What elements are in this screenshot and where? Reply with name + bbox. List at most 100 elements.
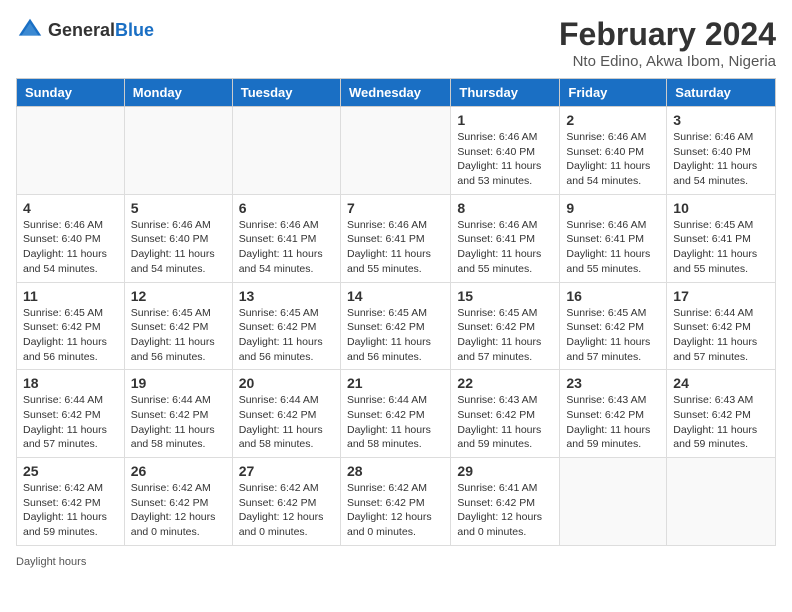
day-info: Sunrise: 6:45 AM Sunset: 6:41 PM Dayligh…	[673, 218, 769, 277]
day-info: Sunrise: 6:45 AM Sunset: 6:42 PM Dayligh…	[347, 306, 444, 365]
calendar-day-cell	[560, 458, 667, 546]
day-info: Sunrise: 6:45 AM Sunset: 6:42 PM Dayligh…	[239, 306, 334, 365]
day-info: Sunrise: 6:46 AM Sunset: 6:40 PM Dayligh…	[23, 218, 118, 277]
day-info: Sunrise: 6:46 AM Sunset: 6:41 PM Dayligh…	[457, 218, 553, 277]
day-number: 17	[673, 288, 769, 304]
day-number: 24	[673, 375, 769, 391]
day-of-week-header: Tuesday	[232, 79, 340, 107]
calendar-day-cell: 19 Sunrise: 6:44 AM Sunset: 6:42 PM Dayli…	[124, 370, 232, 458]
calendar-day-cell: 6Sunrise: 6:46 AM Sunset: 6:41 PM Daylig…	[232, 194, 340, 282]
day-number: 25	[23, 463, 118, 479]
calendar-day-cell: 4 Sunrise: 6:46 AM Sunset: 6:40 PM Daylig…	[17, 194, 125, 282]
day-info: Sunrise: 6:46 AM Sunset: 6:41 PM Dayligh…	[566, 218, 660, 277]
day-number: 5	[131, 200, 226, 216]
day-number: 21	[347, 375, 444, 391]
day-number: 14	[347, 288, 444, 304]
daylight-legend: Daylight hours	[16, 556, 86, 568]
calendar-day-cell: 23Sunrise: 6:43 AM Sunset: 6:42 PM Dayli…	[560, 370, 667, 458]
subtitle: Nto Edino, Akwa Ibom, Nigeria	[559, 53, 776, 70]
day-number: 7	[347, 200, 444, 216]
day-number: 9	[566, 200, 660, 216]
logo-icon	[16, 16, 44, 44]
calendar-day-cell: 29 Sunrise: 6:41 AM Sunset: 6:42 PM Dayli…	[451, 458, 560, 546]
day-info: Sunrise: 6:42 AM Sunset: 6:42 PM Dayligh…	[131, 481, 226, 540]
calendar-day-cell	[340, 107, 450, 195]
day-info: Sunrise: 6:43 AM Sunset: 6:42 PM Dayligh…	[457, 393, 553, 452]
calendar-day-cell	[667, 458, 776, 546]
day-info: Sunrise: 6:45 AM Sunset: 6:42 PM Dayligh…	[566, 306, 660, 365]
calendar-day-cell: 17 Sunrise: 6:44 AM Sunset: 6:42 PM Dayli…	[667, 282, 776, 370]
calendar-day-cell: 18 Sunrise: 6:44 AM Sunset: 6:42 PM Dayli…	[17, 370, 125, 458]
day-info: Sunrise: 6:44 AM Sunset: 6:42 PM Dayligh…	[347, 393, 444, 452]
day-of-week-header: Monday	[124, 79, 232, 107]
calendar-day-cell: 5 Sunrise: 6:46 AM Sunset: 6:40 PM Daylig…	[124, 194, 232, 282]
calendar-day-cell: 15Sunrise: 6:45 AM Sunset: 6:42 PM Dayli…	[451, 282, 560, 370]
calendar-day-cell: 21 Sunrise: 6:44 AM Sunset: 6:42 PM Dayli…	[340, 370, 450, 458]
day-info: Sunrise: 6:46 AM Sunset: 6:40 PM Dayligh…	[566, 130, 660, 189]
day-info: Sunrise: 6:44 AM Sunset: 6:42 PM Dayligh…	[131, 393, 226, 452]
calendar-footer: Daylight hours	[16, 556, 776, 568]
day-number: 28	[347, 463, 444, 479]
day-info: Sunrise: 6:44 AM Sunset: 6:42 PM Dayligh…	[673, 306, 769, 365]
calendar-day-cell	[124, 107, 232, 195]
day-of-week-header: Saturday	[667, 79, 776, 107]
day-info: Sunrise: 6:43 AM Sunset: 6:42 PM Dayligh…	[566, 393, 660, 452]
day-number: 8	[457, 200, 553, 216]
day-number: 13	[239, 288, 334, 304]
day-info: Sunrise: 6:43 AM Sunset: 6:42 PM Dayligh…	[673, 393, 769, 452]
calendar-day-cell: 16 Sunrise: 6:45 AM Sunset: 6:42 PM Dayli…	[560, 282, 667, 370]
logo-general: General	[48, 20, 115, 40]
day-number: 20	[239, 375, 334, 391]
calendar-day-cell: 28Sunrise: 6:42 AM Sunset: 6:42 PM Dayli…	[340, 458, 450, 546]
day-info: Sunrise: 6:44 AM Sunset: 6:42 PM Dayligh…	[239, 393, 334, 452]
day-info: Sunrise: 6:45 AM Sunset: 6:42 PM Dayligh…	[457, 306, 553, 365]
day-info: Sunrise: 6:45 AM Sunset: 6:42 PM Dayligh…	[23, 306, 118, 365]
day-info: Sunrise: 6:46 AM Sunset: 6:40 PM Dayligh…	[131, 218, 226, 277]
calendar-day-cell	[17, 107, 125, 195]
calendar-week-row: 1Sunrise: 6:46 AM Sunset: 6:40 PM Daylig…	[17, 107, 776, 195]
calendar-day-cell: 27 Sunrise: 6:42 AM Sunset: 6:42 PM Dayli…	[232, 458, 340, 546]
day-info: Sunrise: 6:41 AM Sunset: 6:42 PM Dayligh…	[457, 481, 553, 540]
calendar-week-row: 11Sunrise: 6:45 AM Sunset: 6:42 PM Dayli…	[17, 282, 776, 370]
daylight-label: Daylight hours	[16, 556, 86, 568]
title-block: February 2024 Nto Edino, Akwa Ibom, Nige…	[559, 16, 776, 70]
day-of-week-header: Sunday	[17, 79, 125, 107]
calendar-day-cell: 25 Sunrise: 6:42 AM Sunset: 6:42 PM Dayli…	[17, 458, 125, 546]
logo-text: GeneralBlue	[48, 20, 154, 41]
calendar-day-cell: 22Sunrise: 6:43 AM Sunset: 6:42 PM Dayli…	[451, 370, 560, 458]
day-number: 16	[566, 288, 660, 304]
day-number: 10	[673, 200, 769, 216]
day-number: 12	[131, 288, 226, 304]
day-info: Sunrise: 6:42 AM Sunset: 6:42 PM Dayligh…	[239, 481, 334, 540]
calendar-day-cell: 10 Sunrise: 6:45 AM Sunset: 6:41 PM Dayli…	[667, 194, 776, 282]
day-info: Sunrise: 6:46 AM Sunset: 6:40 PM Dayligh…	[457, 130, 553, 189]
day-number: 18	[23, 375, 118, 391]
calendar-day-cell	[232, 107, 340, 195]
day-number: 26	[131, 463, 226, 479]
calendar-day-cell: 7 Sunrise: 6:46 AM Sunset: 6:41 PM Daylig…	[340, 194, 450, 282]
calendar-day-cell: 13 Sunrise: 6:45 AM Sunset: 6:42 PM Dayli…	[232, 282, 340, 370]
day-number: 2	[566, 112, 660, 128]
calendar-week-row: 4 Sunrise: 6:46 AM Sunset: 6:40 PM Daylig…	[17, 194, 776, 282]
day-number: 29	[457, 463, 553, 479]
day-info: Sunrise: 6:45 AM Sunset: 6:42 PM Dayligh…	[131, 306, 226, 365]
day-number: 19	[131, 375, 226, 391]
day-info: Sunrise: 6:46 AM Sunset: 6:40 PM Dayligh…	[673, 130, 769, 189]
calendar-day-cell: 1Sunrise: 6:46 AM Sunset: 6:40 PM Daylig…	[451, 107, 560, 195]
calendar-day-cell: 2 Sunrise: 6:46 AM Sunset: 6:40 PM Daylig…	[560, 107, 667, 195]
day-of-week-header: Friday	[560, 79, 667, 107]
calendar-day-cell: 24 Sunrise: 6:43 AM Sunset: 6:42 PM Dayli…	[667, 370, 776, 458]
day-info: Sunrise: 6:46 AM Sunset: 6:41 PM Dayligh…	[347, 218, 444, 277]
day-info: Sunrise: 6:42 AM Sunset: 6:42 PM Dayligh…	[23, 481, 118, 540]
day-info: Sunrise: 6:44 AM Sunset: 6:42 PM Dayligh…	[23, 393, 118, 452]
calendar-day-cell: 11Sunrise: 6:45 AM Sunset: 6:42 PM Dayli…	[17, 282, 125, 370]
calendar-day-cell: 12 Sunrise: 6:45 AM Sunset: 6:42 PM Dayli…	[124, 282, 232, 370]
day-number: 4	[23, 200, 118, 216]
day-of-week-header: Wednesday	[340, 79, 450, 107]
calendar-day-cell: 3Sunrise: 6:46 AM Sunset: 6:40 PM Daylig…	[667, 107, 776, 195]
day-info: Sunrise: 6:46 AM Sunset: 6:41 PM Dayligh…	[239, 218, 334, 277]
calendar-day-cell: 14 Sunrise: 6:45 AM Sunset: 6:42 PM Dayli…	[340, 282, 450, 370]
day-number: 27	[239, 463, 334, 479]
calendar-day-cell: 26 Sunrise: 6:42 AM Sunset: 6:42 PM Dayli…	[124, 458, 232, 546]
page-header: GeneralBlue February 2024 Nto Edino, Akw…	[16, 16, 776, 70]
